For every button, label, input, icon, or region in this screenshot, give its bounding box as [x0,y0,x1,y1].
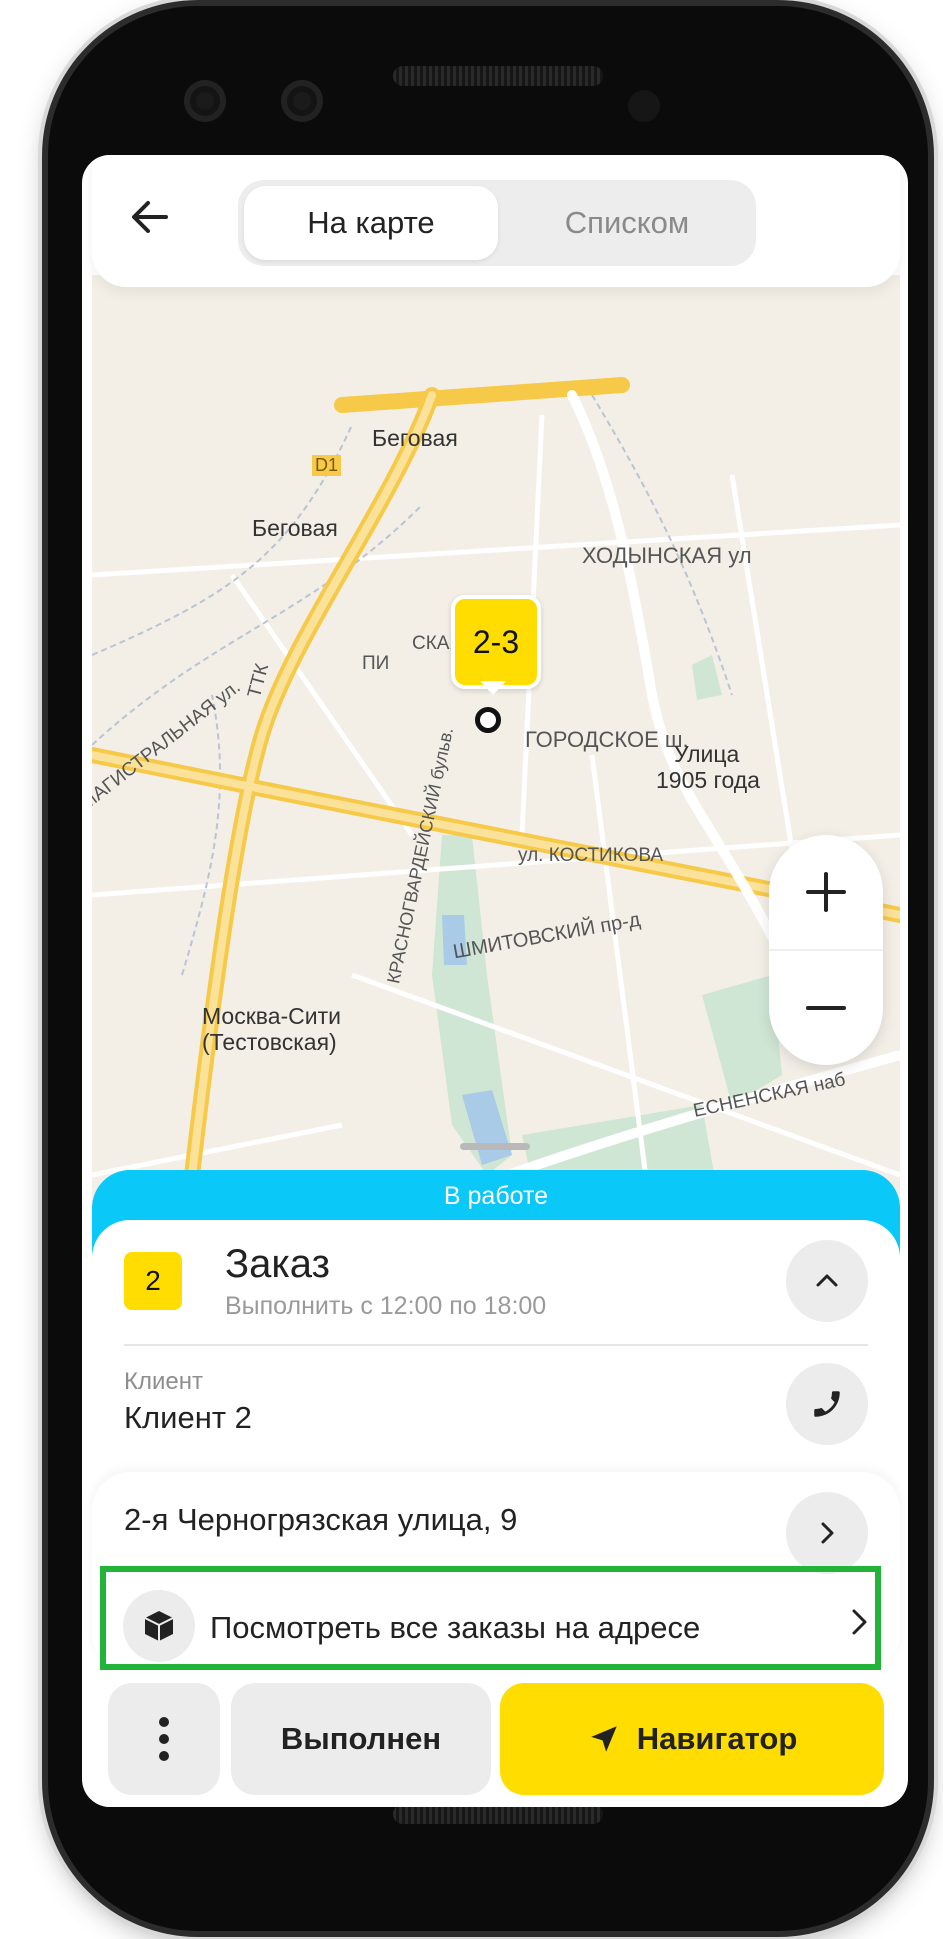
plus-icon [806,872,846,912]
mark-done-button[interactable]: Выполнен [231,1683,491,1795]
map-label-kostikova: ул. КОСТИКОВА [518,845,664,866]
navigator-button[interactable]: Навигатор [500,1683,884,1795]
zoom-out-button[interactable] [769,951,883,1065]
arrow-left-icon [132,201,168,233]
client-label: Клиент [124,1368,203,1395]
zoom-in-button[interactable] [769,835,883,949]
order-card: 2 Заказ Выполнить с 12:00 по 18:00 Клиен… [92,1220,900,1452]
navigator-label: Навигатор [636,1721,798,1756]
bottom-speaker [393,1804,603,1824]
map-label-d1: D1 [312,455,342,476]
chevron-up-icon [816,1274,838,1287]
more-options-button[interactable] [108,1683,220,1795]
location-pin[interactable] [475,707,501,733]
tab-map[interactable]: На карте [244,186,498,260]
front-camera-2 [281,80,323,122]
map-label-ulitsa-1905: Улица [674,741,740,767]
client-name: Клиент 2 [124,1400,252,1435]
map-label-khodynskaya: ХОДЫНСКАЯ ул [582,543,752,568]
phone-icon [814,1391,840,1417]
tab-list[interactable]: Списком [500,186,754,260]
delivery-address: 2-я Черногрязская улица, 9 [124,1502,518,1537]
top-bar: На карте Списком [92,155,900,287]
mark-done-label: Выполнен [280,1721,442,1756]
chevron-right-icon [821,1522,834,1544]
map-label-testovskaya: (Тестовская) [202,1029,337,1055]
map-label-pi: ПИ [362,653,390,674]
proximity-sensor [628,90,660,122]
map-label-zvenigorodskoe: ГОРОДСКОЕ ш. [525,727,689,752]
more-vertical-icon [159,1717,169,1761]
order-number-badge: 2 [124,1252,182,1310]
order-divider [124,1344,868,1346]
highlight-box [100,1566,881,1670]
collapse-button[interactable] [786,1240,868,1322]
address-details-button[interactable] [786,1492,868,1574]
map-label-1905-goda: 1905 года [656,767,760,793]
order-time-window: Выполнить с 12:00 по 18:00 [225,1292,547,1320]
screen: Беговая Беговая ХОДЫНСКАЯ ул ПИ СКАЯ ал.… [82,155,908,1807]
status-label: В работе [443,1182,549,1210]
view-toggle: На карте Списком [238,180,756,266]
order-cluster-badge[interactable]: 2-3 [451,595,541,689]
sheet-drag-handle[interactable] [460,1143,530,1150]
zoom-controls [769,835,883,1065]
action-bar: Выполнен Навигатор [92,1675,900,1807]
badge-pointer [480,681,506,695]
back-button[interactable] [118,185,182,249]
navigation-arrow-icon [590,1726,617,1752]
map-label-moskva-city: Москва-Сити [202,1003,342,1029]
map-label-station-begovaya: Беговая [252,515,338,541]
earpiece-speaker [393,66,603,86]
phone-frame: Беговая Беговая ХОДЫНСКАЯ ул ПИ СКАЯ ал.… [48,6,928,1931]
order-title: Заказ [225,1242,330,1286]
minus-icon [806,1006,846,1010]
call-client-button[interactable] [786,1363,868,1445]
map-label-metro-begovaya: Беговая [372,425,458,451]
front-camera [184,80,226,122]
